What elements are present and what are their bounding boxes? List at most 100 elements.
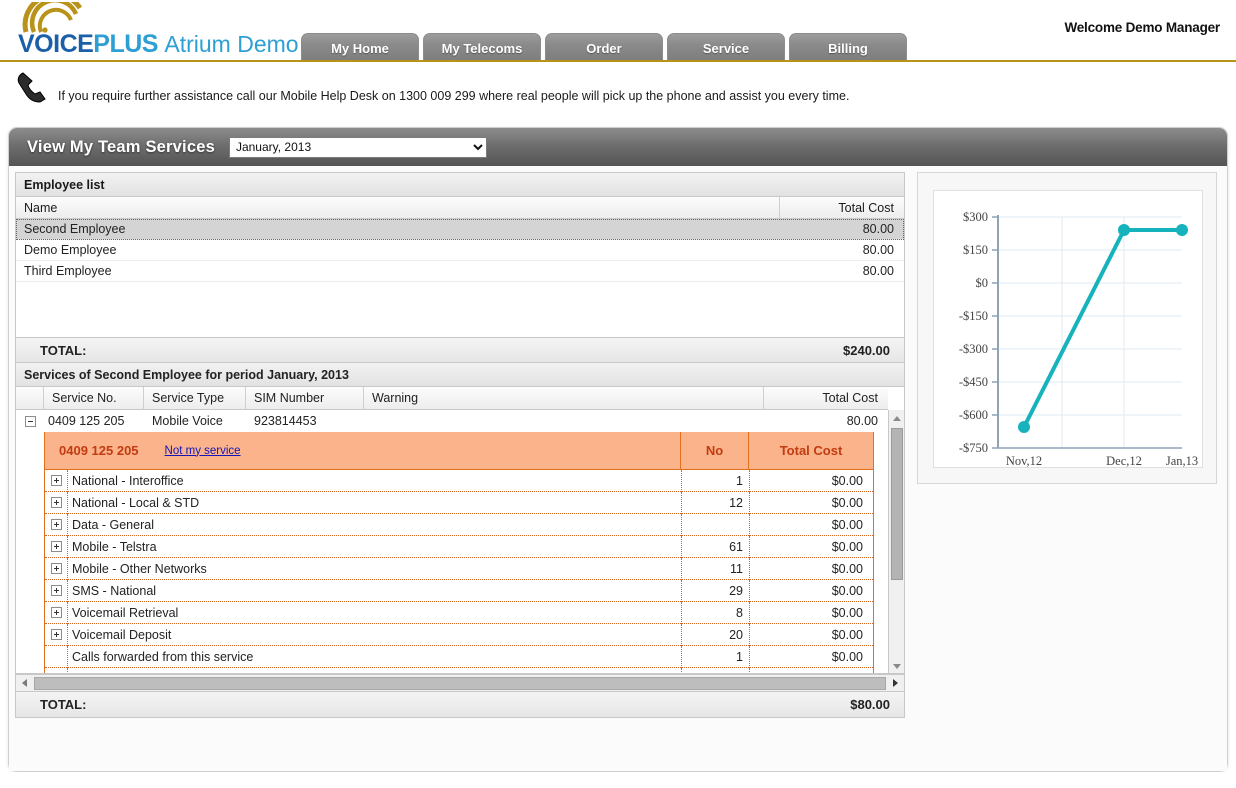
- plus-box-icon[interactable]: [50, 585, 62, 596]
- horizontal-scrollbar-thumb[interactable]: [34, 676, 886, 690]
- employee-cost: 80.00: [862, 222, 894, 236]
- services-caption: Services of Second Employee for period J…: [16, 363, 904, 387]
- brand-logo[interactable]: VOICEPLUS Atrium Demo: [10, 2, 300, 60]
- employee-row[interactable]: Demo Employee 80.00: [16, 240, 904, 261]
- service-type: Mobile Voice: [152, 414, 223, 428]
- tab-service[interactable]: Service: [667, 33, 785, 62]
- cost-trend-chart-panel: $300 $150 $0 -$150 -$300 -$450 -$600 -$7…: [917, 172, 1217, 484]
- column-header-total-cost[interactable]: Total Cost: [764, 387, 888, 410]
- service-detail-table: 0409 125 205 Not my service No Total Cos…: [44, 431, 874, 673]
- detail-row-expander[interactable]: [45, 519, 67, 530]
- detail-cost: $0.00: [749, 535, 873, 558]
- page-title: View My Team Services: [27, 137, 215, 156]
- main-nav-tabs: My Home My Telecoms Order Service Billin…: [301, 33, 907, 62]
- scroll-left-button[interactable]: [16, 675, 33, 692]
- tab-order[interactable]: Order: [545, 33, 663, 62]
- service-row-expander[interactable]: [16, 415, 44, 427]
- plus-box-icon[interactable]: [50, 475, 62, 486]
- detail-label: National - Local & STD: [67, 491, 681, 514]
- detail-row[interactable]: National - Interoffice 1 $0.00: [45, 469, 873, 492]
- detail-no: 11: [681, 557, 749, 580]
- tab-billing[interactable]: Billing: [789, 33, 907, 62]
- column-header-name[interactable]: Name: [16, 196, 780, 219]
- detail-row-expander[interactable]: [45, 541, 67, 552]
- help-desk-text: If you require further assistance call o…: [58, 89, 850, 103]
- detail-row-expander[interactable]: [45, 585, 67, 596]
- scroll-down-button[interactable]: [889, 658, 904, 673]
- employee-name: Second Employee: [24, 222, 126, 236]
- detail-column-header-cost[interactable]: Total Cost: [749, 432, 873, 470]
- y-tick-label: $0: [976, 276, 989, 290]
- help-strip: If you require further assistance call o…: [0, 62, 1236, 114]
- employee-cost: 80.00: [862, 264, 894, 278]
- page-bottom-spacer: [0, 772, 1236, 788]
- employee-row[interactable]: Second Employee 80.00: [16, 219, 904, 240]
- detail-row-expander[interactable]: [45, 497, 67, 508]
- detail-row[interactable]: Mobile - Other Networks 11 $0.00: [45, 557, 873, 580]
- employee-name: Demo Employee: [24, 243, 117, 257]
- detail-row-expander[interactable]: [45, 563, 67, 574]
- detail-label: Mobile - Other Networks: [67, 557, 681, 580]
- detail-label: Mobile - Telstra: [67, 535, 681, 558]
- tab-my-telecoms[interactable]: My Telecoms: [423, 33, 541, 62]
- detail-row[interactable]: Voicemail Retrieval 8 $0.00: [45, 601, 873, 624]
- plus-box-icon[interactable]: [50, 607, 62, 618]
- detail-row-expander[interactable]: [45, 475, 67, 486]
- vertical-scrollbar-thumb[interactable]: [891, 428, 903, 580]
- detail-no: 61: [681, 535, 749, 558]
- detail-row[interactable]: SMS - National 29 $0.00: [45, 579, 873, 602]
- top-bar: VOICEPLUS Atrium Demo Welcome Demo Manag…: [0, 0, 1236, 65]
- service-row[interactable]: 0409 125 205 Mobile Voice 923814453 80.0…: [16, 410, 888, 432]
- employee-row[interactable]: Third Employee 80.00: [16, 261, 904, 282]
- plus-box-icon[interactable]: [50, 497, 62, 508]
- tab-my-home[interactable]: My Home: [301, 33, 419, 62]
- detail-column-header-no[interactable]: No: [681, 431, 749, 470]
- employee-name: Third Employee: [24, 264, 112, 278]
- service-detail-header: 0409 125 205 Not my service No Total Cos…: [45, 431, 873, 470]
- chevron-down-icon: [893, 663, 901, 669]
- services-vertical-scrollbar[interactable]: [888, 410, 904, 673]
- detail-row[interactable]: Mobile - Telstra 61 $0.00: [45, 535, 873, 558]
- detail-label: SMS - National: [67, 579, 681, 602]
- detail-row[interactable]: Voicemail Deposit 20 $0.00: [45, 623, 873, 646]
- services-horizontal-scrollbar[interactable]: [16, 674, 904, 691]
- detail-row-expander[interactable]: [45, 607, 67, 618]
- plus-box-icon[interactable]: [50, 629, 62, 640]
- data-point-dec[interactable]: [1118, 224, 1130, 236]
- employee-total-value: $240.00: [843, 342, 890, 358]
- plus-box-icon[interactable]: [50, 563, 62, 574]
- services-scroll-content: Service No. Service Type SIM Number Warn…: [16, 387, 888, 673]
- services-total-row: TOTAL: $80.00: [16, 691, 904, 717]
- panel-body: Employee list Name Total Cost Second Emp…: [9, 166, 1227, 771]
- minus-box-icon[interactable]: [24, 415, 36, 427]
- scroll-right-button[interactable]: [887, 675, 904, 692]
- services-header-row: Service No. Service Type SIM Number Warn…: [16, 387, 888, 410]
- column-header-service-no[interactable]: Service No.: [44, 387, 144, 410]
- column-header-service-type[interactable]: Service Type: [144, 387, 246, 410]
- detail-row[interactable]: Data - General $0.00: [45, 513, 873, 536]
- y-tick-label: -$750: [959, 441, 988, 455]
- detail-cost: $0.00: [749, 623, 873, 646]
- column-header-total-cost[interactable]: Total Cost: [780, 197, 904, 219]
- services-grid: Service No. Service Type SIM Number Warn…: [16, 387, 904, 674]
- data-point-nov[interactable]: [1018, 421, 1030, 433]
- plus-box-icon[interactable]: [50, 541, 62, 552]
- period-select[interactable]: January, 2013 December, 2012 November, 2…: [228, 136, 487, 158]
- chart-gridlines: [998, 216, 1182, 449]
- scroll-up-button[interactable]: [889, 410, 904, 426]
- detail-row-expander[interactable]: [45, 629, 67, 640]
- detail-row[interactable]: National - Local & STD 12 $0.00: [45, 491, 873, 514]
- data-point-jan[interactable]: [1176, 224, 1188, 236]
- employee-cost: 80.00: [862, 243, 894, 257]
- service-no: 0409 125 205: [48, 414, 125, 428]
- plus-box-icon[interactable]: [50, 519, 62, 530]
- column-header-warning[interactable]: Warning: [364, 387, 764, 410]
- services-expander-col: [16, 387, 44, 410]
- chevron-up-icon: [893, 415, 901, 421]
- chart-series-line: [1022, 228, 1184, 429]
- column-header-sim-number[interactable]: SIM Number: [246, 387, 364, 410]
- y-tick-label: -$150: [959, 309, 988, 323]
- not-my-service-link[interactable]: Not my service: [165, 445, 241, 457]
- detail-row[interactable]: Calls forwarded from this service 1 $0.0…: [45, 645, 873, 668]
- welcome-message: Welcome Demo Manager: [1064, 20, 1220, 35]
